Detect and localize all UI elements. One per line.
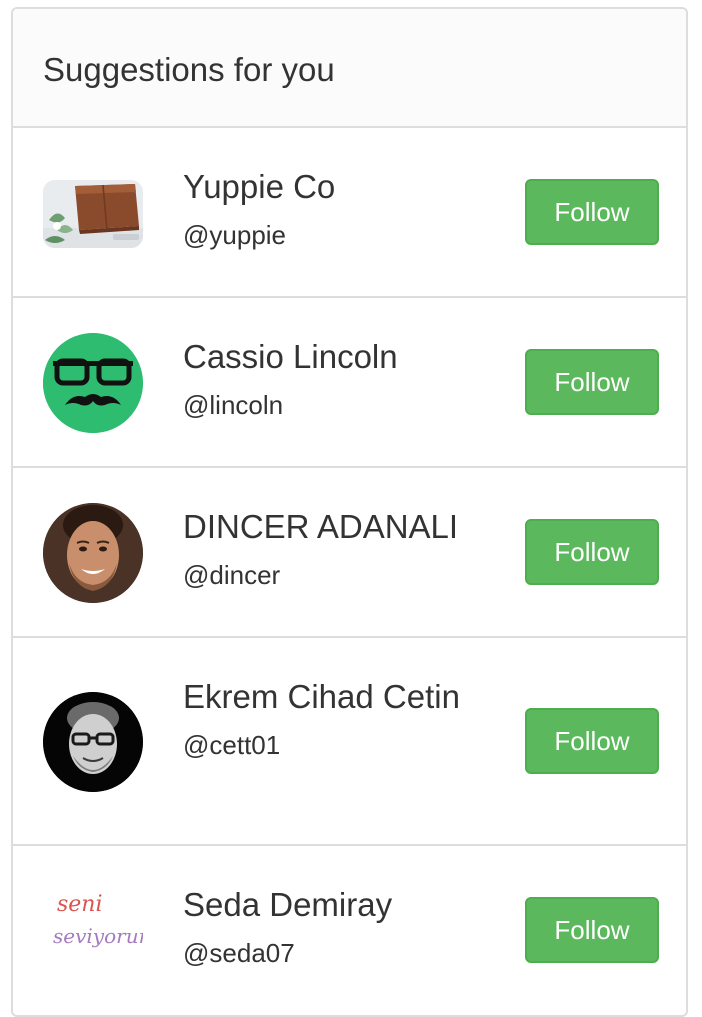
- user-handle: @dincer: [183, 560, 281, 590]
- avatar[interactable]: [43, 692, 143, 792]
- user-name[interactable]: Yuppie Co: [183, 168, 493, 206]
- avatar[interactable]: seni seviyorum: [43, 881, 158, 981]
- list-item: Cassio Lincoln @lincoln Follow: [13, 298, 686, 468]
- person-photo: [43, 503, 143, 603]
- follow-button[interactable]: Follow: [525, 708, 659, 774]
- follow-button[interactable]: Follow: [525, 349, 659, 415]
- list-item: DINCER ADANALI @dincer Follow: [13, 468, 686, 638]
- avatar[interactable]: [43, 503, 143, 603]
- person-photo: [43, 692, 143, 792]
- user-handle: @seda07: [183, 938, 295, 968]
- user-info: DINCER ADANALI @dincer: [183, 508, 493, 590]
- handwriting-line-1: seni: [57, 892, 103, 917]
- panel-heading: Suggestions for you: [13, 9, 686, 128]
- user-info: Seda Demiray @seda07: [183, 886, 493, 968]
- list-item: Ekrem Cihad Cetin @cett01 Follow: [13, 638, 686, 846]
- suggestions-panel: Suggestions for you Yuppie Co @yuppie Fo…: [11, 7, 688, 1017]
- follow-button[interactable]: Follow: [525, 897, 659, 963]
- avatar[interactable]: [43, 180, 143, 248]
- handwriting-line-2: seviyorum: [53, 924, 143, 948]
- user-info: Ekrem Cihad Cetin @cett01: [183, 678, 463, 760]
- user-name[interactable]: Cassio Lincoln: [183, 338, 493, 376]
- handwriting-image: seni seviyorum: [53, 892, 158, 948]
- user-handle: @yuppie: [183, 220, 287, 250]
- user-name[interactable]: Ekrem Cihad Cetin: [183, 678, 463, 716]
- user-info: Cassio Lincoln @lincoln: [183, 338, 493, 420]
- user-handle: @lincoln: [183, 390, 284, 420]
- follow-button[interactable]: Follow: [525, 519, 659, 585]
- avatar[interactable]: [43, 333, 143, 433]
- user-name[interactable]: DINCER ADANALI: [183, 508, 493, 546]
- user-name[interactable]: Seda Demiray: [183, 886, 493, 924]
- glasses-mustache-icon: [43, 333, 143, 433]
- suggestion-list: Yuppie Co @yuppie Follow Cassio Lincoln …: [13, 128, 686, 1015]
- list-item: seni seviyorum Seda Demiray @seda07 Foll…: [13, 846, 686, 1015]
- list-item: Yuppie Co @yuppie Follow: [13, 128, 686, 298]
- panel-title: Suggestions for you: [43, 50, 335, 88]
- leather-notebook-image: [43, 180, 143, 248]
- follow-button[interactable]: Follow: [525, 179, 659, 245]
- user-info: Yuppie Co @yuppie: [183, 168, 493, 250]
- user-handle: @cett01: [183, 730, 281, 760]
